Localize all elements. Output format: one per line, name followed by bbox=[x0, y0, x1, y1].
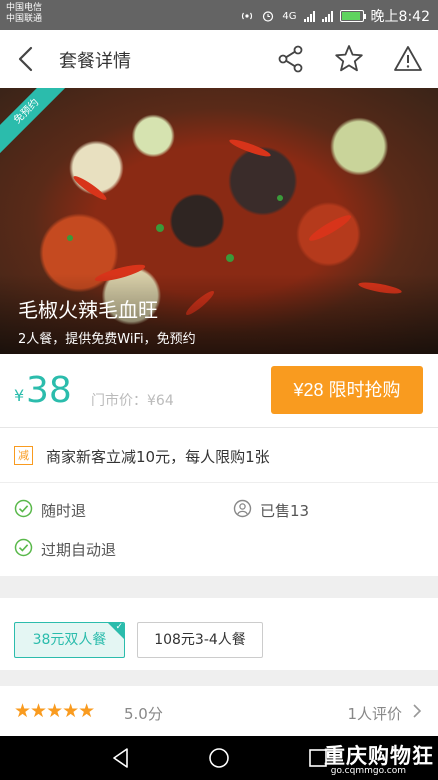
rating-stars: ★★★★★ bbox=[14, 700, 95, 722]
current-price: 38 bbox=[26, 370, 72, 411]
app-header: 套餐详情 bbox=[0, 30, 438, 88]
divider bbox=[0, 482, 438, 483]
dish-photo: 免预约 毛椒火辣毛血旺 2人餐，提供免费WiFi，免预约 bbox=[0, 88, 438, 354]
check-circle-icon bbox=[14, 538, 33, 557]
alarm-icon bbox=[261, 10, 275, 22]
battery-icon bbox=[339, 10, 366, 22]
page-title: 套餐详情 bbox=[59, 51, 131, 72]
share-icon[interactable] bbox=[274, 42, 308, 76]
package-options: 38元双人餐 ✓ 108元3-4人餐 bbox=[0, 598, 438, 670]
hotspot-icon bbox=[240, 10, 254, 22]
package-option-3-4-person[interactable]: 108元3-4人餐 bbox=[137, 622, 263, 658]
option-label: 38元双人餐 bbox=[32, 632, 107, 648]
watermark-url: go.cqmmgo.com bbox=[330, 766, 406, 776]
status-bar: 中国电信 中国联通 4G 晚上8:42 bbox=[0, 0, 438, 30]
network-type: 4G bbox=[282, 10, 297, 22]
package-option-2-person[interactable]: 38元双人餐 ✓ bbox=[14, 622, 125, 658]
chevron-right-icon bbox=[413, 704, 422, 718]
nav-home-icon[interactable] bbox=[207, 746, 231, 770]
promo-text: 商家新客立减10元，每人限购1张 bbox=[46, 448, 270, 466]
check-circle-icon bbox=[14, 499, 33, 518]
price-section: ¥ 38 门市价：¥64 ¥28 限时抢购 bbox=[0, 354, 438, 428]
carrier-2: 中国联通 bbox=[6, 14, 43, 24]
refund-anytime-label: 随时退 bbox=[41, 502, 87, 520]
signal-icon bbox=[303, 10, 315, 22]
star-icon[interactable] bbox=[332, 42, 366, 76]
discount-badge: 减 bbox=[14, 446, 33, 465]
carrier-info: 中国电信 中国联通 bbox=[6, 3, 42, 25]
deal-info: 减 商家新客立减10元，每人限购1张 随时退 已售13 过期自动退 bbox=[0, 428, 438, 576]
signal-2-icon bbox=[321, 10, 333, 22]
currency-symbol: ¥ bbox=[14, 386, 25, 405]
option-label: 108元3-4人餐 bbox=[154, 632, 246, 648]
sold-count: 已售13 bbox=[260, 502, 310, 520]
nav-back-icon[interactable] bbox=[109, 746, 133, 770]
market-price: 门市价：¥64 bbox=[91, 393, 174, 409]
buy-now-button[interactable]: ¥28 限时抢购 bbox=[271, 366, 423, 414]
back-icon[interactable] bbox=[12, 44, 42, 74]
clock: 晚上8:42 bbox=[370, 9, 430, 25]
user-icon bbox=[233, 499, 252, 518]
dish-subtitle: 2人餐，提供免费WiFi，免预约 bbox=[18, 332, 196, 347]
carrier-1: 中国电信 bbox=[6, 3, 43, 13]
review-count: 1人评价 bbox=[347, 705, 402, 723]
system-nav-bar: 重庆购物狂 go.cqmmgo.com bbox=[0, 736, 438, 780]
warning-icon[interactable] bbox=[391, 42, 425, 76]
rating-score: 5.0分 bbox=[124, 705, 163, 723]
rating-row[interactable]: ★★★★★ 5.0分 1人评价 bbox=[0, 686, 438, 736]
dish-name: 毛椒火辣毛血旺 bbox=[18, 298, 158, 322]
expire-refund-label: 过期自动退 bbox=[41, 541, 117, 559]
checkmark-icon: ✓ bbox=[115, 622, 123, 632]
